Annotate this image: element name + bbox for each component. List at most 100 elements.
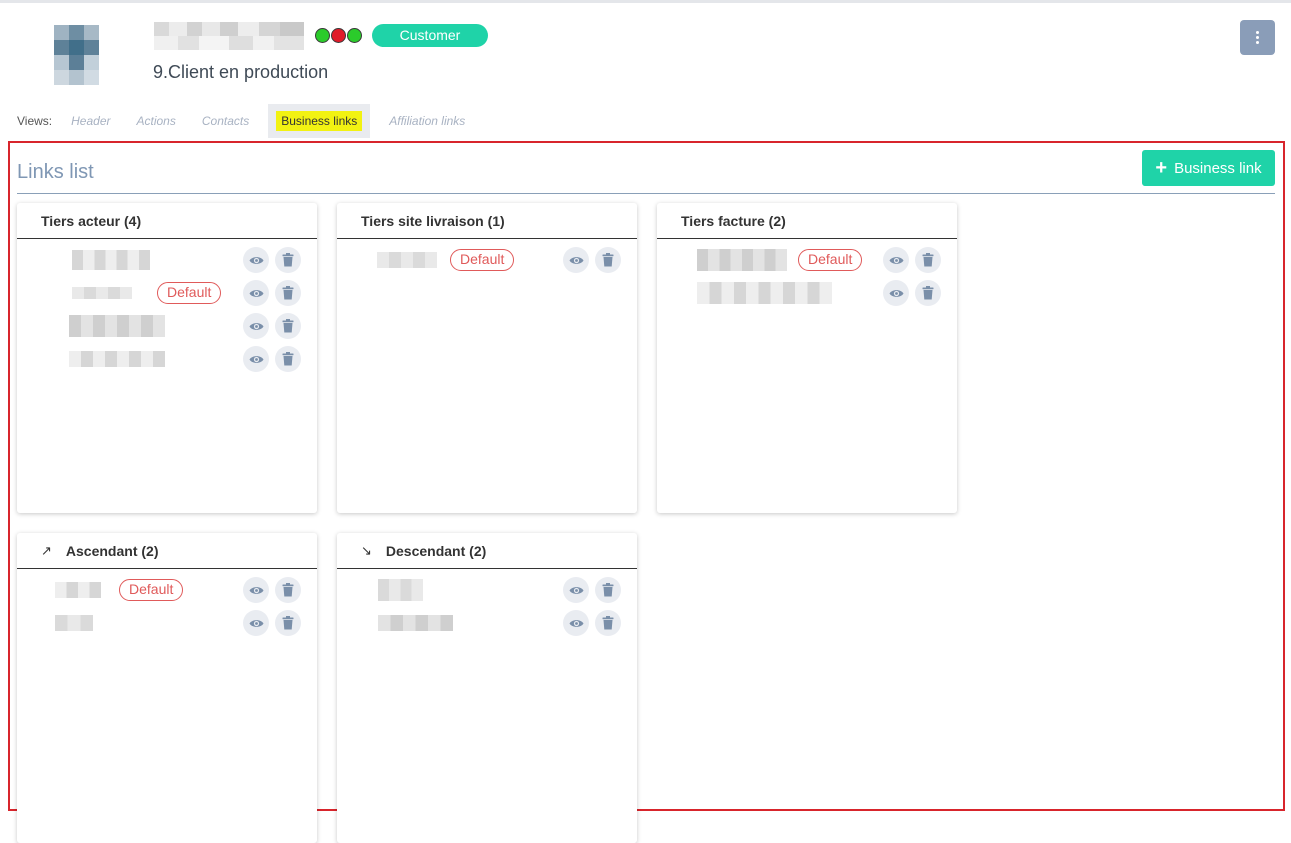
redacted-name — [378, 579, 423, 601]
link-row[interactable]: Default — [657, 245, 957, 275]
tab-contacts[interactable]: Contacts — [189, 104, 262, 138]
redacted-name — [69, 315, 165, 337]
redacted-name — [377, 252, 437, 268]
card-header: ↘ Descendant (2) — [337, 533, 637, 569]
redacted-name — [55, 582, 101, 598]
default-badge: Default — [450, 249, 515, 271]
card-header: ↗ Ascendant (2) — [17, 533, 317, 569]
redacted-name — [378, 615, 453, 631]
links-list-title: Links list — [17, 161, 94, 183]
card-header: Tiers site livraison (1) — [337, 203, 637, 239]
view-button[interactable] — [243, 610, 269, 636]
trash-icon — [282, 253, 294, 267]
delete-button[interactable] — [275, 247, 301, 273]
kebab-icon — [1256, 31, 1259, 34]
card-title: Tiers acteur (4) — [41, 212, 142, 229]
link-card: ↘ Descendant (2) — [337, 533, 637, 843]
delete-button[interactable] — [915, 280, 941, 306]
delete-button[interactable] — [595, 610, 621, 636]
eye-icon — [569, 256, 583, 264]
add-business-link-button[interactable]: + Business link — [1142, 150, 1275, 186]
arrow-down-right-icon: ↘ — [361, 542, 372, 558]
default-badge: Default — [798, 249, 863, 271]
link-row[interactable] — [17, 608, 317, 638]
link-row[interactable]: Default — [17, 575, 317, 605]
trash-icon — [922, 286, 934, 300]
trash-icon — [602, 583, 614, 597]
company-avatar — [54, 25, 99, 85]
default-badge: Default — [157, 282, 222, 304]
delete-button[interactable] — [595, 577, 621, 603]
delete-button[interactable] — [275, 280, 301, 306]
link-card: Tiers acteur (4) Default — [17, 203, 317, 513]
tab-header[interactable]: Header — [58, 104, 123, 138]
trash-icon — [602, 616, 614, 630]
view-button[interactable] — [243, 577, 269, 603]
view-button[interactable] — [563, 610, 589, 636]
card-header: Tiers facture (2) — [657, 203, 957, 239]
trash-icon — [602, 253, 614, 267]
delete-button[interactable] — [275, 577, 301, 603]
eye-icon — [249, 586, 263, 594]
card-header: Tiers acteur (4) — [17, 203, 317, 239]
link-row[interactable] — [657, 278, 957, 308]
card-title: Tiers facture (2) — [681, 212, 786, 229]
view-button[interactable] — [243, 280, 269, 306]
eye-icon — [889, 256, 903, 264]
link-card: ↗ Ascendant (2) Default — [17, 533, 317, 843]
tab-business-links[interactable]: Business links — [268, 104, 371, 138]
view-button[interactable] — [243, 247, 269, 273]
delete-button[interactable] — [275, 610, 301, 636]
redacted-name — [72, 250, 150, 270]
view-button[interactable] — [563, 247, 589, 273]
link-row[interactable] — [17, 311, 317, 341]
indicator-dot — [315, 28, 330, 43]
link-card: Tiers site livraison (1) Default — [337, 203, 637, 513]
delete-button[interactable] — [275, 346, 301, 372]
top-border — [0, 0, 1291, 3]
trash-icon — [282, 319, 294, 333]
indicator-dot — [347, 28, 362, 43]
default-badge: Default — [119, 579, 184, 601]
redacted-name — [697, 249, 787, 271]
views-label: Views: — [17, 114, 53, 128]
redacted-name — [697, 282, 832, 304]
customer-badge: Customer — [372, 24, 488, 47]
eye-icon — [249, 256, 263, 264]
link-row[interactable] — [17, 344, 317, 374]
eye-icon — [569, 619, 583, 627]
indicator-dot — [331, 28, 346, 43]
tab-affiliation-links[interactable]: Affiliation links — [376, 104, 478, 138]
card-title: Descendant (2) — [385, 542, 487, 559]
title-divider — [17, 193, 1275, 194]
status-indicators — [315, 28, 362, 43]
tab-actions[interactable]: Actions — [124, 104, 189, 138]
redacted-name — [55, 615, 93, 631]
link-row[interactable]: Default — [337, 245, 637, 275]
more-menu-button[interactable] — [1240, 20, 1275, 55]
delete-button[interactable] — [595, 247, 621, 273]
arrow-up-right-icon: ↗ — [41, 542, 52, 558]
view-button[interactable] — [563, 577, 589, 603]
view-button[interactable] — [243, 313, 269, 339]
view-button[interactable] — [883, 280, 909, 306]
eye-icon — [889, 289, 903, 297]
eye-icon — [249, 619, 263, 627]
link-card: Tiers facture (2) Default — [657, 203, 957, 513]
link-row[interactable] — [17, 245, 317, 275]
delete-button[interactable] — [915, 247, 941, 273]
delete-button[interactable] — [275, 313, 301, 339]
view-button[interactable] — [243, 346, 269, 372]
link-row[interactable] — [337, 608, 637, 638]
card-title: Ascendant (2) — [65, 542, 159, 559]
redacted-name — [69, 351, 165, 367]
trash-icon — [282, 583, 294, 597]
link-row[interactable]: Default — [17, 278, 317, 308]
tab-business-links-label: Business links — [276, 111, 363, 131]
views-bar: Views: Header Actions Contacts Business … — [17, 104, 478, 138]
trash-icon — [282, 286, 294, 300]
view-button[interactable] — [883, 247, 909, 273]
eye-icon — [249, 322, 263, 330]
trash-icon — [282, 352, 294, 366]
link-row[interactable] — [337, 575, 637, 605]
